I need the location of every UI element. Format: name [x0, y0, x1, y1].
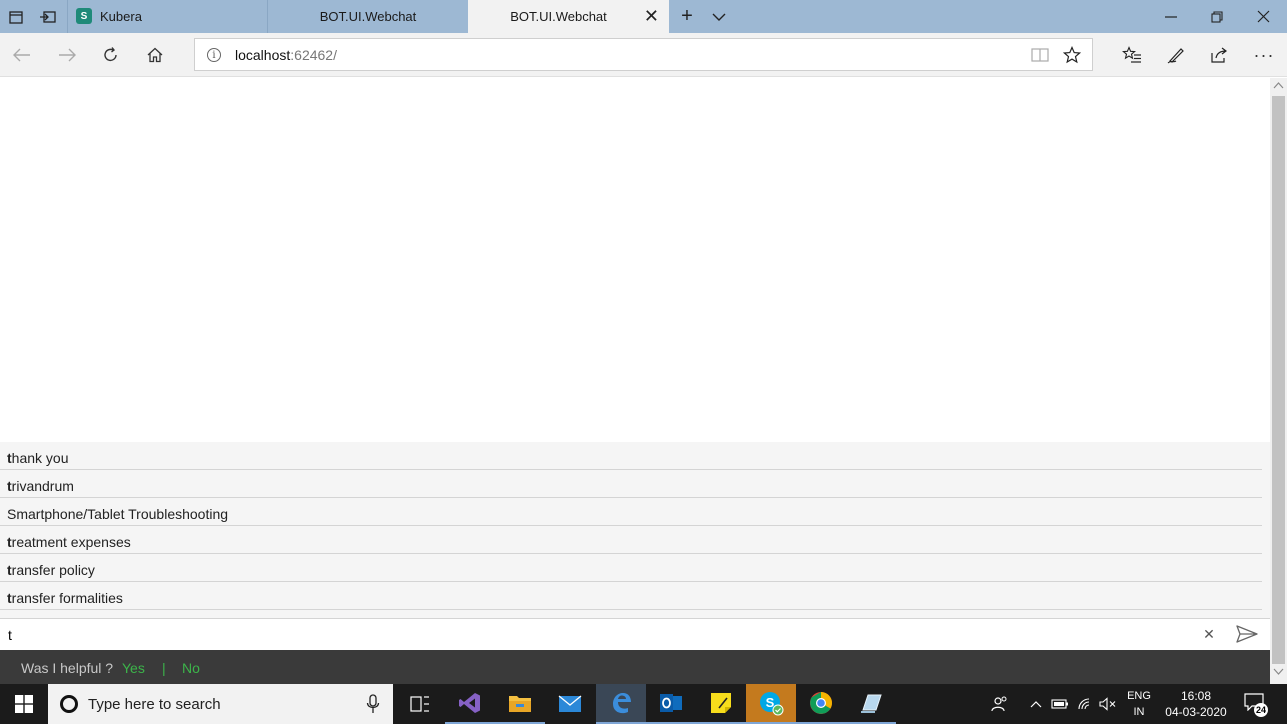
- tab-label: Kubera: [100, 9, 142, 24]
- sticky-notes-icon[interactable]: [696, 684, 746, 724]
- send-icon[interactable]: [1236, 624, 1260, 646]
- mail-icon[interactable]: [545, 684, 595, 724]
- outlook-icon[interactable]: [646, 684, 696, 724]
- vertical-scrollbar[interactable]: [1270, 78, 1287, 684]
- suggestion-item[interactable]: treatment expenses: [0, 526, 1262, 554]
- notification-count-badge: 24: [1254, 703, 1269, 717]
- cortana-icon[interactable]: [60, 695, 78, 713]
- browser-titlebar: S Kubera BOT.UI.Webchat BOT.UI.Webchat ✕…: [0, 0, 1287, 33]
- visual-studio-icon[interactable]: [445, 684, 495, 724]
- pen-notes-icon[interactable]: [1164, 43, 1188, 67]
- more-menu-icon[interactable]: ···: [1252, 43, 1276, 67]
- file-explorer-icon[interactable]: [495, 684, 545, 724]
- taskbar-search-box[interactable]: Type here to search: [48, 684, 393, 724]
- home-icon[interactable]: [143, 43, 167, 67]
- share-icon[interactable]: [1207, 43, 1231, 67]
- windows-start-icon[interactable]: [0, 684, 48, 724]
- remote-desktop-icon[interactable]: [846, 684, 896, 724]
- volume-muted-icon[interactable]: [1098, 694, 1118, 714]
- close-tab-icon[interactable]: ✕: [644, 7, 659, 25]
- info-icon[interactable]: i: [207, 48, 221, 62]
- close-window-icon[interactable]: [1240, 0, 1286, 33]
- tab-actions-icon[interactable]: [6, 7, 26, 27]
- url-port: :62462/: [290, 47, 337, 63]
- suggestion-list: thank you trivandrum Smartphone/Tablet T…: [0, 442, 1270, 618]
- suggestion-text: ransfer formalities: [11, 590, 123, 606]
- chrome-icon[interactable]: [796, 684, 846, 724]
- feedback-separator: |: [162, 660, 166, 676]
- windows-taskbar: Type here to search S ENG IN 16:08 04-03…: [0, 684, 1287, 724]
- browser-toolbar: i localhost:62462/ ···: [0, 33, 1287, 77]
- suggestion-text: reatment expenses: [11, 534, 131, 550]
- tab-label: BOT.UI.Webchat: [510, 9, 607, 24]
- clear-input-icon[interactable]: ✕: [1200, 625, 1218, 643]
- feedback-no-link[interactable]: No: [182, 660, 200, 676]
- suggestion-item[interactable]: trivandrum: [0, 470, 1262, 498]
- tab-label: BOT.UI.Webchat: [319, 9, 417, 24]
- battery-icon[interactable]: [1050, 694, 1070, 714]
- scroll-down-icon[interactable]: [1273, 668, 1284, 682]
- suggestion-item[interactable]: transfer formalities: [0, 582, 1262, 610]
- scrollbar-thumb[interactable]: [1272, 96, 1285, 664]
- suggestion-text: hank you: [11, 450, 69, 466]
- reading-view-icon[interactable]: [1030, 45, 1050, 65]
- suggestion-text: ransfer policy: [11, 562, 95, 578]
- feedback-question: Was I helpful ?: [21, 660, 114, 676]
- clock-date: 04-03-2020: [1165, 705, 1227, 719]
- suggestion-item[interactable]: transfer policy: [0, 554, 1262, 582]
- language-code: ENG: [1127, 690, 1151, 702]
- forward-icon[interactable]: [55, 43, 79, 67]
- feedback-yes-link[interactable]: Yes: [122, 660, 145, 676]
- chat-input-row: ✕: [0, 618, 1270, 650]
- feedback-bar: Was I helpful ? Yes | No: [0, 650, 1270, 684]
- skype-icon[interactable]: S: [746, 684, 796, 724]
- new-tab-icon[interactable]: +: [674, 0, 700, 33]
- chat-message-input[interactable]: [8, 623, 1188, 647]
- set-tabs-aside-icon[interactable]: [38, 7, 58, 27]
- clock[interactable]: 16:08 04-03-2020: [1160, 688, 1232, 720]
- favorites-hub-icon[interactable]: [1120, 43, 1144, 67]
- url-host: localhost: [235, 47, 291, 63]
- tab-kubera[interactable]: S Kubera: [67, 0, 267, 33]
- refresh-icon[interactable]: [99, 43, 123, 67]
- address-bar[interactable]: i localhost:62462/: [194, 38, 1093, 71]
- language-indicator[interactable]: ENG IN: [1126, 688, 1152, 720]
- scroll-up-icon[interactable]: [1273, 81, 1284, 95]
- chevron-up-icon[interactable]: [1026, 694, 1046, 714]
- search-placeholder: Type here to search: [88, 696, 221, 713]
- people-icon[interactable]: [990, 694, 1010, 714]
- minimize-icon[interactable]: [1148, 0, 1194, 33]
- tab-webchat-1[interactable]: BOT.UI.Webchat: [267, 0, 468, 33]
- sharepoint-icon: S: [76, 8, 92, 24]
- clock-time: 16:08: [1180, 689, 1212, 703]
- task-view-icon[interactable]: [395, 684, 445, 724]
- back-icon[interactable]: [10, 43, 34, 67]
- suggestion-text: Smartphone/Tablet Troubleshooting: [7, 506, 229, 522]
- suggestion-item[interactable]: Smartphone/Tablet Troubleshooting: [0, 498, 1262, 526]
- wifi-icon[interactable]: [1075, 694, 1095, 714]
- edge-browser-icon[interactable]: [596, 684, 646, 724]
- chevron-down-icon[interactable]: [706, 0, 732, 33]
- url-text: localhost:62462/: [235, 47, 337, 63]
- tab-webchat-active[interactable]: BOT.UI.Webchat ✕: [468, 0, 669, 33]
- suggestion-item[interactable]: thank you: [0, 442, 1262, 470]
- favorite-star-icon[interactable]: [1062, 45, 1082, 65]
- webchat-page: thank you trivandrum Smartphone/Tablet T…: [0, 78, 1270, 684]
- restore-icon[interactable]: [1194, 0, 1240, 33]
- suggestion-text: rivandrum: [11, 478, 74, 494]
- microphone-icon[interactable]: [366, 694, 380, 714]
- region-code: IN: [1133, 706, 1145, 718]
